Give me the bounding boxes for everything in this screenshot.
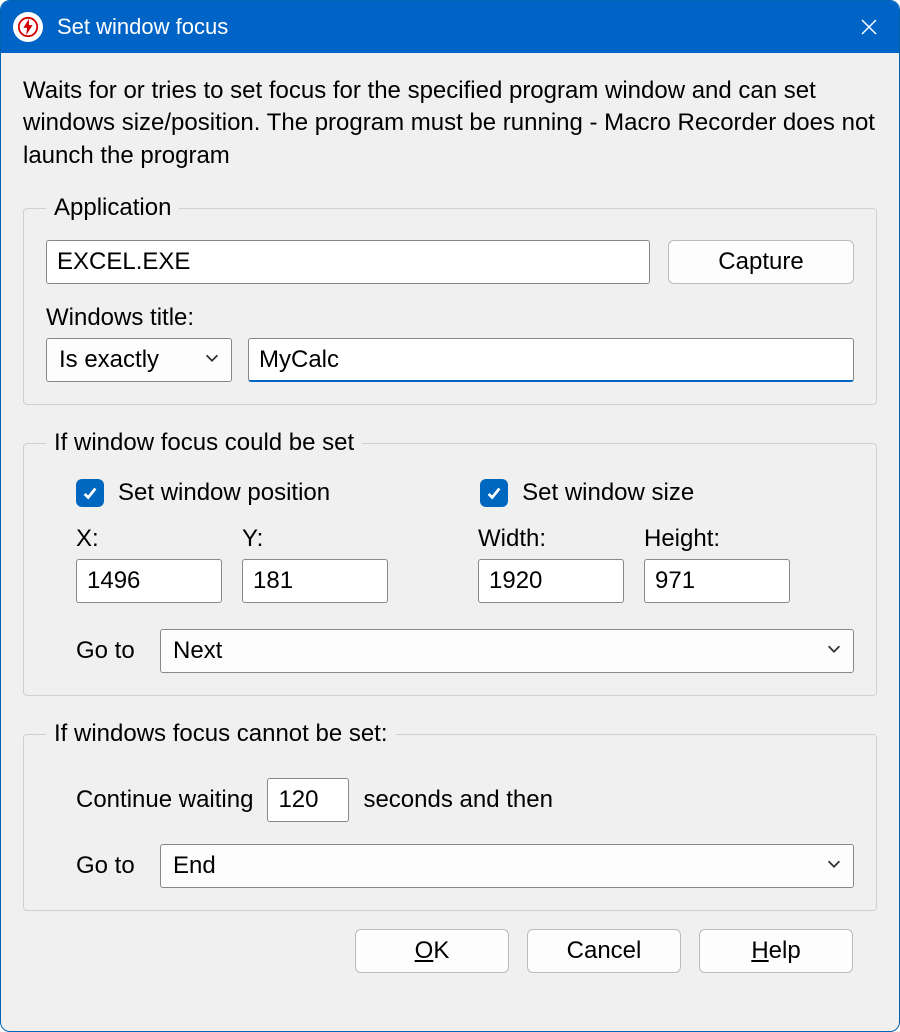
height-input[interactable] — [644, 559, 790, 603]
focus-success-legend: If window focus could be set — [46, 429, 362, 457]
title-match-mode-select[interactable]: Is exactly — [46, 338, 232, 382]
x-label: X: — [76, 525, 222, 553]
window-title: Set window focus — [57, 14, 839, 40]
window-title-input[interactable] — [248, 338, 854, 382]
height-label: Height: — [644, 525, 790, 553]
chevron-down-icon — [825, 852, 843, 880]
continue-waiting-label-pre: Continue waiting — [76, 786, 253, 814]
cancel-button[interactable]: Cancel — [527, 929, 681, 973]
close-icon — [859, 17, 879, 37]
close-button[interactable] — [839, 1, 899, 53]
application-legend: Application — [46, 194, 179, 222]
goto-success-select[interactable]: Next — [160, 629, 854, 673]
set-size-label: Set window size — [522, 479, 694, 507]
focus-fail-legend: If windows focus cannot be set: — [46, 720, 396, 748]
description-text: Waits for or tries to set focus for the … — [23, 75, 877, 172]
capture-button[interactable]: Capture — [668, 240, 854, 284]
set-position-label: Set window position — [118, 479, 330, 507]
app-icon — [13, 12, 43, 42]
continue-waiting-label-post: seconds and then — [363, 786, 552, 814]
chevron-down-icon — [825, 637, 843, 665]
set-position-checkbox[interactable]: Set window position — [76, 479, 330, 507]
y-input[interactable] — [242, 559, 388, 603]
width-input[interactable] — [478, 559, 624, 603]
checkbox-checked-icon — [76, 479, 104, 507]
y-label: Y: — [242, 525, 388, 553]
title-match-mode-value: Is exactly — [59, 346, 159, 374]
focus-success-group: If window focus could be set Set window … — [23, 429, 877, 696]
application-group: Application Capture Windows title: Is ex… — [23, 194, 877, 405]
wait-seconds-input[interactable] — [267, 778, 349, 822]
goto-fail-value: End — [173, 852, 216, 880]
ok-button[interactable]: OK — [355, 929, 509, 973]
width-label: Width: — [478, 525, 624, 553]
goto-success-label: Go to — [76, 637, 142, 665]
chevron-down-icon — [203, 346, 221, 374]
set-size-checkbox[interactable]: Set window size — [480, 479, 694, 507]
checkbox-checked-icon — [480, 479, 508, 507]
application-path-input[interactable] — [46, 240, 650, 284]
goto-fail-select[interactable]: End — [160, 844, 854, 888]
help-button[interactable]: Help — [699, 929, 853, 973]
focus-fail-group: If windows focus cannot be set: Continue… — [23, 720, 877, 911]
titlebar: Set window focus — [1, 1, 899, 53]
goto-success-value: Next — [173, 637, 222, 665]
goto-fail-label: Go to — [76, 852, 142, 880]
windows-title-label: Windows title: — [46, 304, 854, 332]
x-input[interactable] — [76, 559, 222, 603]
